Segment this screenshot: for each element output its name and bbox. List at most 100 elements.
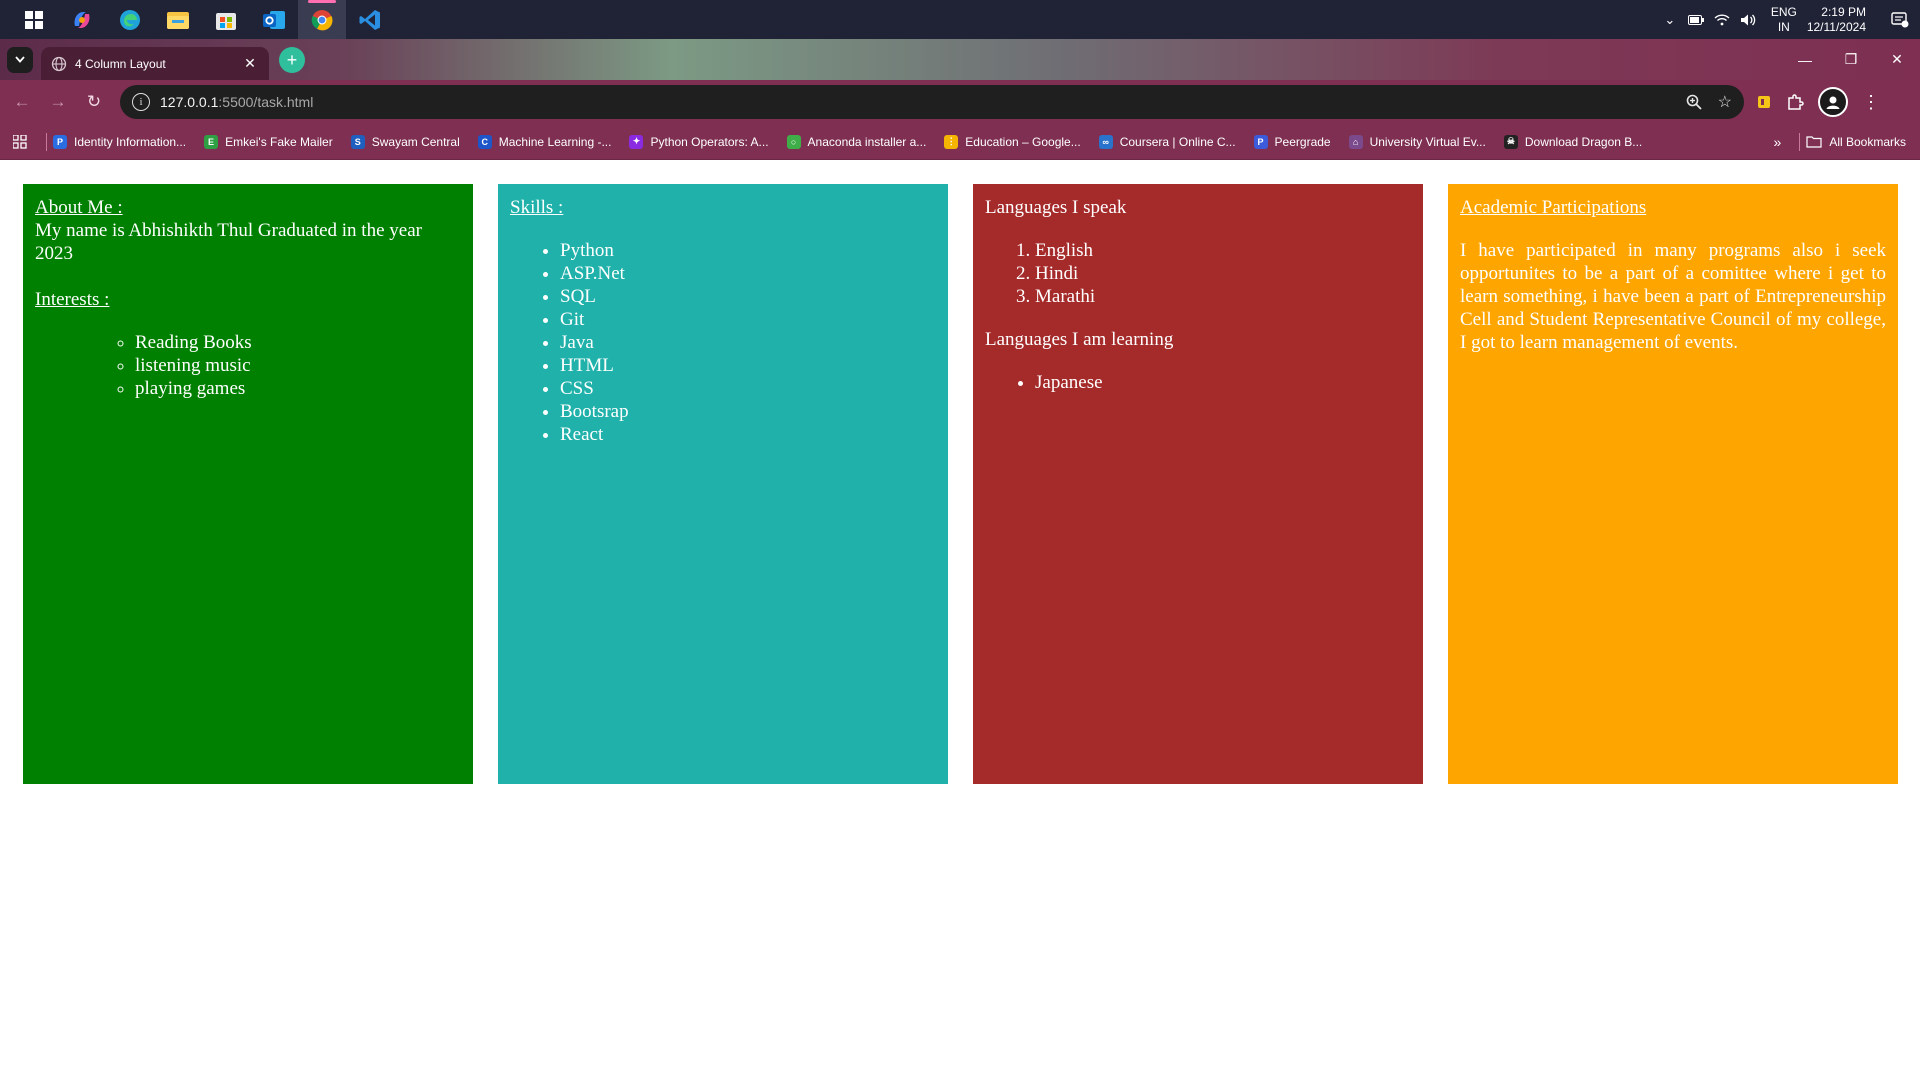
interests-heading: Interests : <box>35 289 110 310</box>
bookmark-label: Peergrade <box>1274 134 1331 149</box>
all-bookmarks-label: All Bookmarks <box>1829 134 1906 149</box>
bookmark-label: Identity Information... <box>74 134 187 149</box>
bookmark-label: Anaconda installer a... <box>807 134 927 149</box>
globe-icon <box>51 56 67 71</box>
wifi-icon[interactable] <box>1709 0 1735 39</box>
windows-taskbar: ⌄ ENG IN 2:19 PM 12/11/2024 <box>0 0 1920 39</box>
skills-heading: Skills : <box>510 197 564 218</box>
copilot-icon[interactable] <box>58 0 106 39</box>
bookmark-favicon-icon: ∞ <box>1098 134 1113 149</box>
list-item: Bootsrap <box>560 400 936 423</box>
languages-speak-list: English Hindi Marathi <box>1035 239 1411 308</box>
bookmark-item[interactable]: P Peergrade <box>1253 134 1331 149</box>
windows-start-icon[interactable] <box>10 0 58 39</box>
bookmark-label: Education – Google... <box>965 134 1081 149</box>
tab-close-icon[interactable]: ✕ <box>241 55 259 73</box>
profile-avatar[interactable] <box>1818 87 1848 117</box>
clock[interactable]: 2:19 PM 12/11/2024 <box>1807 5 1866 35</box>
system-tray: ⌄ ENG IN 2:19 PM 12/11/2024 <box>1657 0 1920 39</box>
battery-icon[interactable] <box>1683 0 1709 39</box>
url-host: 127.0.0.1 <box>160 94 219 110</box>
bookmark-favicon-icon: ○ <box>786 134 801 149</box>
bookmark-favicon-icon: C <box>477 134 492 149</box>
bookmark-label: Python Operators: A... <box>650 134 769 149</box>
chevron-down-icon <box>15 56 25 63</box>
about-me-column: About Me : My name is Abhishikth Thul Gr… <box>23 184 473 784</box>
minimize-button[interactable]: — <box>1782 39 1828 80</box>
skills-list: Python ASP.Net SQL Git Java HTML CSS Boo… <box>560 239 936 446</box>
omnibox-actions: ☆ <box>1686 92 1732 112</box>
interests-list: Reading Books listening music playing ga… <box>135 331 461 400</box>
reload-icon[interactable]: ↻ <box>76 84 112 120</box>
languages-column: Languages I speak English Hindi Marathi … <box>973 184 1423 784</box>
back-arrow-icon[interactable]: ← <box>4 84 40 120</box>
bookmark-favicon-icon: ⋮ <box>944 134 959 149</box>
bookmark-label: University Virtual Ev... <box>1369 134 1486 149</box>
extension-badge-icon[interactable] <box>1756 94 1772 110</box>
list-item: Git <box>560 308 936 331</box>
bookmark-item[interactable]: ∞ Coursera | Online C... <box>1098 134 1236 149</box>
languages-learning-list: Japanese <box>1035 371 1411 394</box>
chrome-icon[interactable] <box>298 0 346 39</box>
url-path: :5500/task.html <box>218 94 314 110</box>
list-item: React <box>560 423 936 446</box>
browser-tab[interactable]: 4 Column Layout ✕ <box>41 47 269 80</box>
microsoft-store-icon[interactable] <box>202 0 250 39</box>
list-item: Japanese <box>1035 371 1411 394</box>
edge-icon[interactable] <box>106 0 154 39</box>
site-info-icon[interactable]: i <box>132 93 150 111</box>
close-window-button[interactable]: ✕ <box>1874 39 1920 80</box>
browser-toolbar: ← → ↻ i 127.0.0.1:5500/task.html ☆ ⋮ <box>0 80 1920 124</box>
extensions-puzzle-icon[interactable] <box>1786 93 1804 111</box>
file-explorer-icon[interactable] <box>154 0 202 39</box>
bookmark-item[interactable]: S Swayam Central <box>350 134 460 149</box>
bookmark-label: Coursera | Online C... <box>1119 134 1236 149</box>
bookmarks-divider <box>46 132 47 151</box>
clock-date: 12/11/2024 <box>1806 19 1866 34</box>
list-item: listening music <box>135 354 461 377</box>
list-item: English <box>1035 239 1411 262</box>
bookmark-item[interactable]: P Identity Information... <box>53 134 187 149</box>
new-tab-button[interactable]: + <box>279 46 305 73</box>
language-indicator[interactable]: ENG IN <box>1771 5 1797 35</box>
list-item: Hindi <box>1035 262 1411 285</box>
list-item: Marathi <box>1035 285 1411 308</box>
window-controls: — ❐ ✕ <box>1782 39 1920 80</box>
address-bar[interactable]: i 127.0.0.1:5500/task.html ☆ <box>120 85 1744 119</box>
about-me-heading: About Me : <box>35 197 123 218</box>
bookmark-label: Swayam Central <box>371 134 460 149</box>
apps-grid-icon[interactable] <box>0 134 40 149</box>
more-bookmarks-icon[interactable]: » <box>1774 134 1782 150</box>
forward-arrow-icon[interactable]: → <box>40 84 76 120</box>
academic-heading: Academic Participations <box>1460 197 1647 218</box>
all-bookmarks-button[interactable]: All Bookmarks <box>1806 135 1906 149</box>
bookmark-item[interactable]: ☠ Download Dragon B... <box>1503 134 1642 149</box>
bookmark-list: P Identity Information... E Emkei's Fake Ma… <box>53 134 1660 149</box>
vscode-icon[interactable] <box>346 0 394 39</box>
bookmark-item[interactable]: ⋮ Education – Google... <box>944 134 1081 149</box>
restore-button[interactable]: ❐ <box>1828 39 1874 80</box>
bookmark-favicon-icon: E <box>204 134 219 149</box>
list-item: HTML <box>560 354 936 377</box>
list-item: playing games <box>135 377 461 400</box>
bookmark-favicon-icon: ⌂ <box>1348 134 1363 149</box>
bookmark-item[interactable]: ✦ Python Operators: A... <box>629 134 769 149</box>
volume-icon[interactable] <box>1735 0 1761 39</box>
zoom-icon[interactable] <box>1686 94 1702 110</box>
bookmark-item[interactable]: E Emkei's Fake Mailer <box>204 134 333 149</box>
tab-search-button[interactable] <box>7 46 33 73</box>
outlook-icon[interactable] <box>250 0 298 39</box>
languages-speak-heading: Languages I speak <box>985 197 1127 218</box>
bookmark-item[interactable]: ⌂ University Virtual Ev... <box>1348 134 1486 149</box>
tab-title: 4 Column Layout <box>75 56 166 71</box>
bookmark-star-icon[interactable]: ☆ <box>1718 92 1732 112</box>
kebab-menu-icon[interactable]: ⋮ <box>1862 92 1880 113</box>
language-code: ENG <box>1770 4 1797 19</box>
chevron-up-icon[interactable]: ⌄ <box>1657 0 1683 39</box>
bookmark-label: Machine Learning -... <box>498 134 612 149</box>
bookmark-item[interactable]: C Machine Learning -... <box>477 134 612 149</box>
bookmark-favicon-icon: ☠ <box>1503 134 1518 149</box>
notification-icon[interactable] <box>1880 11 1920 28</box>
bookmark-item[interactable]: ○ Anaconda installer a... <box>786 134 927 149</box>
clock-time: 2:19 PM <box>1821 4 1866 19</box>
